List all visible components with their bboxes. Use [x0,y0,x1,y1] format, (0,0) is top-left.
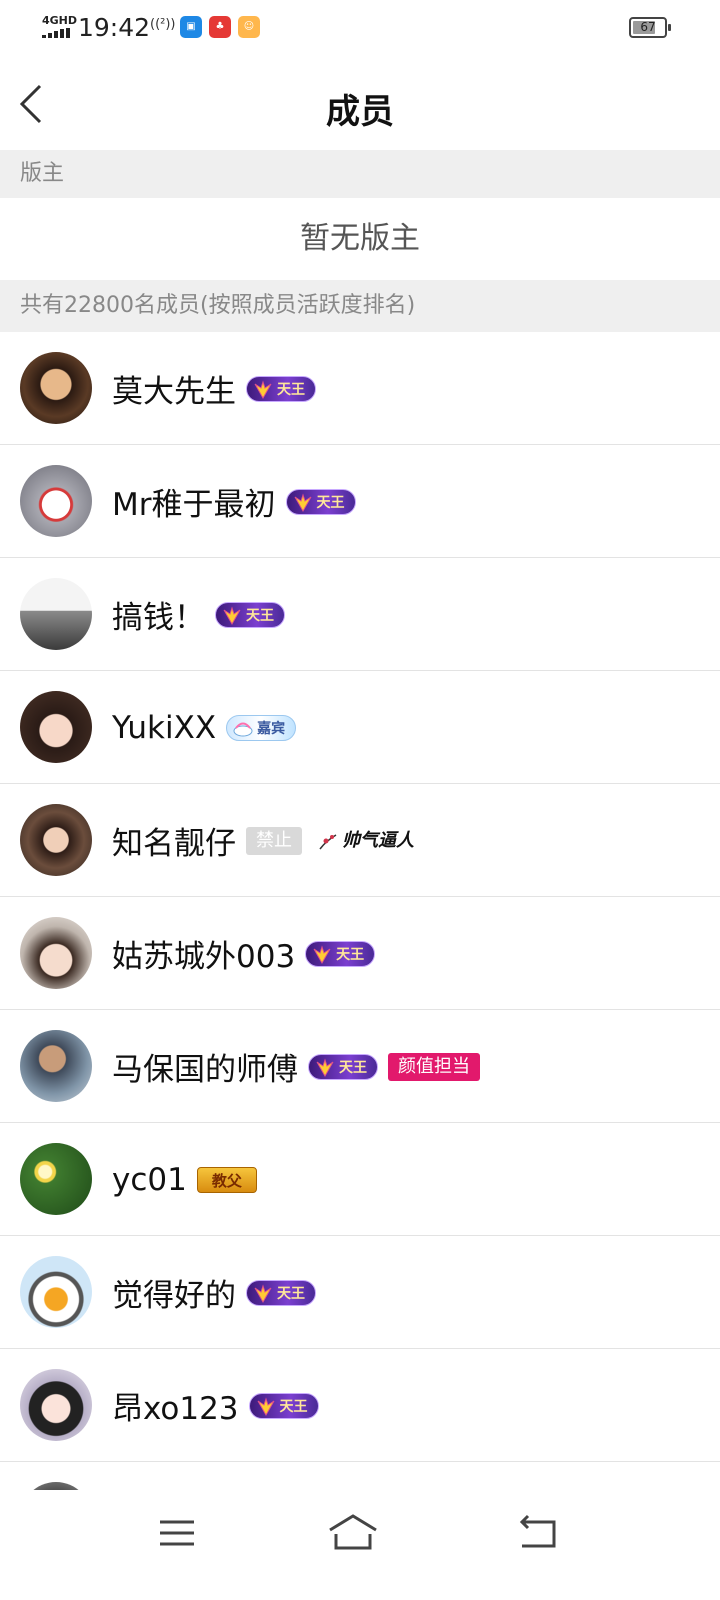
rank-badge: 天王 [305,940,376,967]
member-name[interactable]: 莫大先生 [112,366,236,411]
member-row[interactable]: 知名靓仔 禁止 帅气逼人 [0,784,720,897]
avatar[interactable] [20,352,92,424]
member-name[interactable]: YukiXX [112,710,216,746]
home-icon[interactable] [318,1508,388,1558]
member-row[interactable]: 觉得好的 天王 [0,1236,720,1349]
member-row[interactable]: 姑苏城外003 天王 [0,897,720,1010]
battery-level: 67 [640,20,656,34]
avatar[interactable] [20,465,92,537]
wings-icon [316,1057,334,1077]
member-row[interactable]: Mr稚于最初 天王 [0,445,720,558]
members-count-heading: 共有22800名成员(按照成员活跃度排名) [0,280,720,332]
avatar[interactable] [20,691,92,763]
wings-icon [313,944,331,964]
app-notification-icon: ♣ [209,16,231,38]
menu-icon[interactable] [142,1508,212,1558]
rank-badge: 嘉宾 [226,714,297,741]
avatar[interactable] [20,1256,92,1328]
avatar[interactable] [20,578,92,650]
moderator-section-heading: 版主 [0,150,720,198]
avatar[interactable] [20,917,92,989]
wings-icon [223,605,241,625]
rank-badge: 天王 [215,601,285,628]
member-name[interactable]: 昂xo123 [112,1383,239,1428]
battery-icon: 67 [629,17,671,38]
wings-icon [254,1283,272,1303]
member-name[interactable]: Mr稚于最初 [112,479,276,524]
member-name[interactable]: 姑苏城外003 [112,931,295,976]
member-row[interactable]: 搞钱！ 天王 [0,558,720,671]
member-name[interactable]: yc01 [112,1162,187,1198]
wings-icon [254,379,272,399]
ban-badge: 禁止 [246,826,302,855]
wings-icon [294,492,311,512]
back-icon[interactable] [502,1508,572,1558]
app-notification-icon: ▣ [180,16,202,38]
member-name[interactable]: 觉得好的 [112,1270,236,1315]
member-row[interactable]: 莫大先生 天王 [0,332,720,445]
system-nav-bar [0,1490,720,1600]
avatar[interactable] [20,1143,92,1215]
wings-icon [257,1396,274,1416]
plum-blossom-icon [319,833,337,849]
title-badge: 颜值担当 [388,1052,480,1081]
member-name[interactable]: 搞钱！ [112,592,205,637]
member-row[interactable]: YukiXX 嘉宾 [0,671,720,784]
member-name[interactable]: 知名靓仔 [112,818,236,863]
rank-badge: 天王 [285,488,356,515]
member-row[interactable]: yc01 教父 [0,1123,720,1236]
member-list[interactable]: 莫大先生 天王 Mr稚于最初 天王 搞钱！ 天王 YukiXX 嘉宾 知名靓仔 … [0,332,720,1512]
member-name[interactable]: 马保国的师傅 [112,1044,298,1089]
title-badge: 帅气逼人 [312,828,414,854]
app-notification-icon: ☺ [238,16,260,38]
rank-badge: 天王 [248,1392,319,1419]
rank-badge: 天王 [246,1279,316,1306]
rank-badge: 教父 [196,1166,257,1193]
signal-icon [42,28,70,38]
no-moderator-text: 暂无版主 [300,221,420,256]
member-row[interactable]: 昂xo123 天王 [0,1349,720,1462]
status-bar: 4GHD 19:42 ((²)) ▣ ♣ ☺ 67 [0,0,720,56]
avatar[interactable] [20,804,92,876]
rank-badge: 天王 [308,1053,378,1080]
avatar[interactable] [20,1369,92,1441]
avatar[interactable] [20,1030,92,1102]
page-title: 成员 [326,92,394,132]
member-row[interactable]: 马保国的师傅 天王 颜值担当 [0,1010,720,1123]
network-indicator: 4GHD [42,14,78,27]
clock: 19:42 [78,13,151,42]
cloud-icon [233,722,253,736]
rank-badge: 天王 [246,375,316,402]
hotspot-icon: ((²)) [150,17,176,32]
top-bar: 成员 [0,56,720,150]
